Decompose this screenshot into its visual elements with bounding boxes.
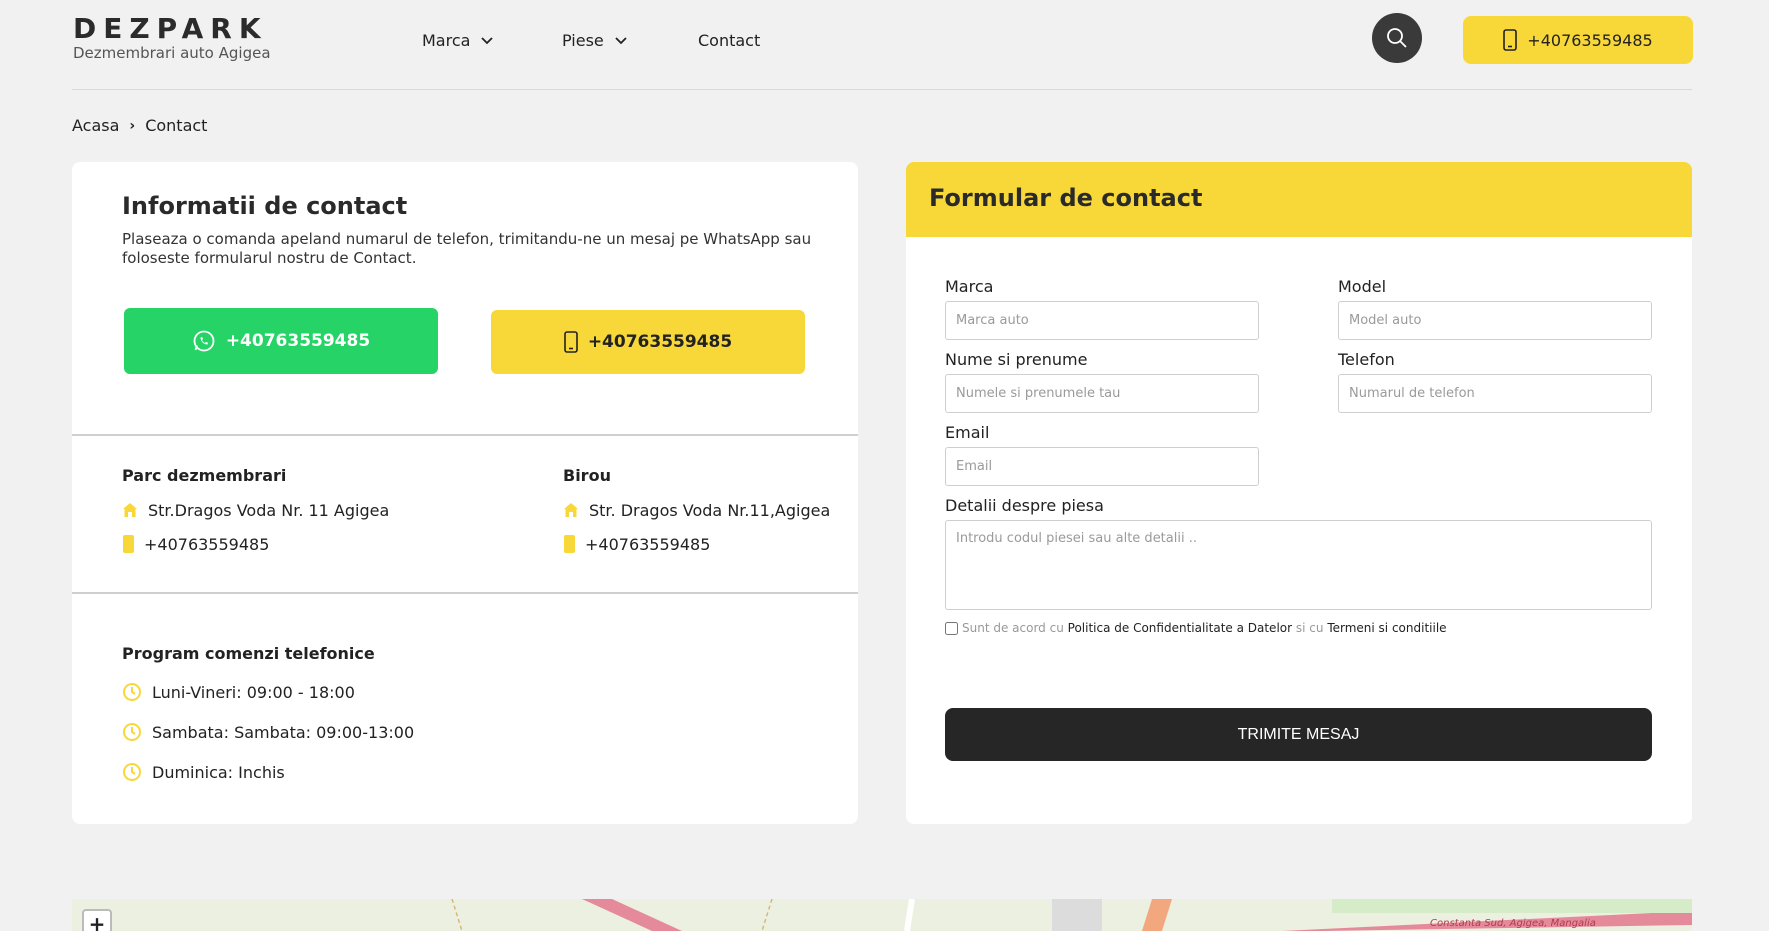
location-address: Str. Dragos Voda Nr.11,Agigea xyxy=(563,500,830,520)
submit-button[interactable]: TRIMITE MESAJ xyxy=(945,708,1652,761)
divider xyxy=(72,434,858,436)
form-title: Formular de contact xyxy=(929,184,1203,212)
location-map[interactable]: + Constanta Sud, Agigea, Mangalia xyxy=(72,899,1692,931)
location-park: Parc dezmembrari Str.Dragos Voda Nr. 11 … xyxy=(122,466,389,554)
map-zoom-in-button[interactable]: + xyxy=(82,909,112,931)
terms-link[interactable]: Termeni si conditiile xyxy=(1327,621,1446,635)
name-input[interactable] xyxy=(945,374,1259,413)
nav-item-marca[interactable]: Marca xyxy=(422,28,522,52)
breadcrumb-home[interactable]: Acasa xyxy=(72,116,119,135)
chevron-down-icon xyxy=(615,37,627,45)
hours-item: Sambata: Sambata: 09:00-13:00 xyxy=(122,721,414,743)
whatsapp-label: +40763559485 xyxy=(225,331,371,351)
breadcrumb: Acasa › Contact xyxy=(72,116,207,135)
name-label: Nume si prenume xyxy=(945,350,1088,369)
nav-item-contact[interactable]: Contact xyxy=(698,28,798,52)
search-icon xyxy=(1387,28,1407,48)
header-phone-label: +40763559485 xyxy=(1527,30,1653,50)
location-phone-text: +40763559485 xyxy=(144,534,270,554)
clock-icon xyxy=(123,723,141,741)
form-header: Formular de contact xyxy=(906,162,1692,237)
location-address: Str.Dragos Voda Nr. 11 Agigea xyxy=(122,500,389,520)
call-button[interactable]: +40763559485 xyxy=(491,310,805,374)
contact-info-card: Informatii de contact Plaseaza o comanda… xyxy=(72,162,858,824)
hours-item: Duminica: Inchis xyxy=(122,761,414,783)
phone-icon xyxy=(563,535,575,553)
location-address-text: Str. Dragos Voda Nr.11,Agigea xyxy=(589,500,831,520)
consent-prefix: Sunt de acord cu xyxy=(962,621,1064,635)
contact-info-description: Plaseaza o comanda apeland numarul de te… xyxy=(122,230,812,267)
location-phone[interactable]: +40763559485 xyxy=(122,534,389,554)
whatsapp-button[interactable]: +40763559485 xyxy=(124,308,438,374)
chevron-down-icon xyxy=(481,37,494,45)
location-address-text: Str.Dragos Voda Nr. 11 Agigea xyxy=(148,500,390,520)
phone-hours: Program comenzi telefonice Luni-Vineri: … xyxy=(122,644,414,783)
call-label: +40763559485 xyxy=(587,332,733,352)
site-header: DEZPARK Dezmembrari auto Agigea Marca Pi… xyxy=(72,0,1693,90)
hours-text: Luni-Vineri: 09:00 - 18:00 xyxy=(152,682,355,702)
header-phone-button[interactable]: +40763559485 xyxy=(1463,16,1693,64)
phone-icon xyxy=(564,331,578,353)
phone-label: Telefon xyxy=(1338,350,1395,369)
home-icon xyxy=(122,501,138,519)
site-logo[interactable]: DEZPARK Dezmembrari auto Agigea xyxy=(73,12,271,63)
consent-row: Sunt de acord cu Politica de Confidentia… xyxy=(945,621,1447,635)
logo-title: DEZPARK xyxy=(73,12,268,45)
clock-icon xyxy=(123,683,141,701)
phone-icon xyxy=(122,535,134,553)
home-icon xyxy=(563,501,579,519)
phone-input[interactable] xyxy=(1338,374,1652,413)
phone-icon xyxy=(1503,29,1518,51)
privacy-policy-link[interactable]: Politica de Confidentialitate a Datelor xyxy=(1068,621,1292,635)
location-phone-text: +40763559485 xyxy=(585,534,711,554)
breadcrumb-current: Contact xyxy=(145,116,208,135)
nav-item-label: Piese xyxy=(562,30,604,50)
location-title: Birou xyxy=(563,466,611,485)
nav-item-label: Contact xyxy=(698,30,761,50)
consent-middle: si cu xyxy=(1295,621,1324,635)
logo-subtitle: Dezmembrari auto Agigea xyxy=(73,44,271,62)
chevron-right-icon: › xyxy=(129,117,136,134)
whatsapp-icon xyxy=(193,330,215,352)
clock-icon xyxy=(123,763,141,781)
marca-input[interactable] xyxy=(945,301,1259,340)
map-road-label: Constanta Sud, Agigea, Mangalia xyxy=(1430,918,1596,929)
hours-item: Luni-Vineri: 09:00 - 18:00 xyxy=(122,681,414,703)
contact-info-title: Informatii de contact xyxy=(122,192,408,220)
hours-text: Sambata: Sambata: 09:00-13:00 xyxy=(152,722,415,742)
consent-checkbox[interactable] xyxy=(945,621,958,635)
model-input[interactable] xyxy=(1338,301,1652,340)
location-phone[interactable]: +40763559485 xyxy=(563,534,830,554)
nav-item-piese[interactable]: Piese xyxy=(562,28,662,52)
details-label: Detalii despre piesa xyxy=(945,496,1104,515)
search-button[interactable] xyxy=(1372,13,1422,63)
model-label: Model xyxy=(1338,277,1387,296)
email-label: Email xyxy=(945,423,990,442)
details-textarea[interactable] xyxy=(945,520,1652,610)
email-input[interactable] xyxy=(945,447,1259,486)
nav-item-label: Marca xyxy=(422,30,471,50)
marca-label: Marca xyxy=(945,277,994,296)
location-office: Birou Str. Dragos Voda Nr.11,Agigea +407… xyxy=(563,466,830,554)
hours-title: Program comenzi telefonice xyxy=(122,644,375,663)
hours-text: Duminica: Inchis xyxy=(152,762,285,782)
location-title: Parc dezmembrari xyxy=(122,466,287,485)
divider xyxy=(72,592,858,594)
contact-form-card: Formular de contact Marca Model Nume si … xyxy=(906,162,1692,824)
